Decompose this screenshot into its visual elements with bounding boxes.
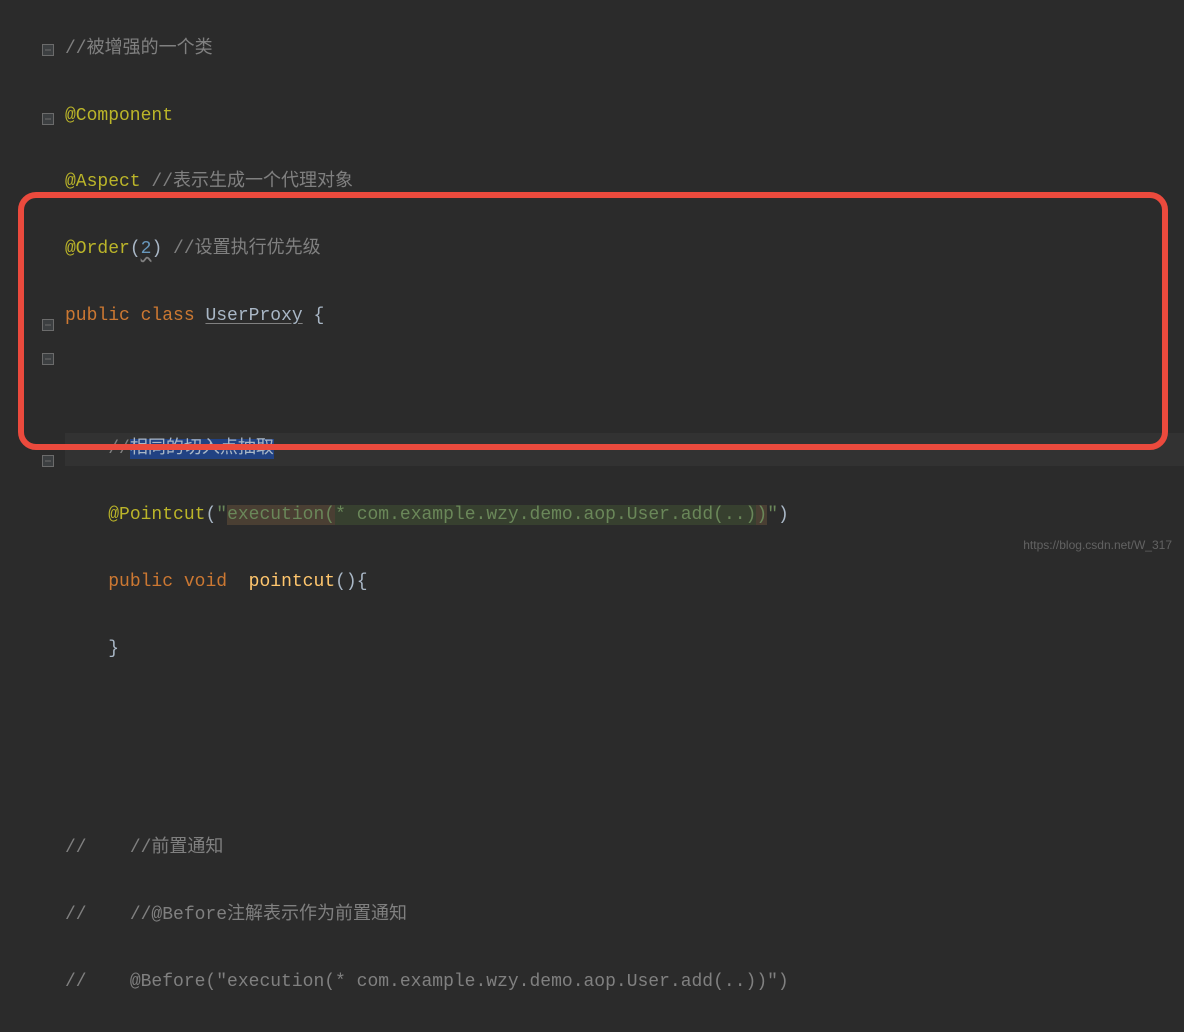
annotation: @Aspect <box>65 172 141 192</box>
comment-slashes: // <box>65 905 87 925</box>
code-line: // //前置通知 <box>65 832 1184 865</box>
code-line: } <box>65 633 1184 666</box>
comment-slashes: // <box>65 972 87 992</box>
code-line <box>65 366 1184 399</box>
code-line <box>65 699 1184 732</box>
comment-text: //@Before注解表示作为前置通知 <box>87 905 407 925</box>
paren: ) <box>778 505 789 525</box>
keyword: public <box>65 306 130 326</box>
comment-text: //前置通知 <box>87 838 224 858</box>
code-line: @Pointcut("execution(* com.example.wzy.d… <box>65 499 1184 532</box>
method-name: pointcut <box>249 572 335 592</box>
string-quote: " <box>767 505 778 525</box>
string-close: ) <box>756 505 767 525</box>
brace: } <box>108 639 119 659</box>
fold-icon[interactable] <box>42 353 54 365</box>
number-literal: 2 <box>141 239 152 259</box>
selected-text: 相同的切入点抽取 <box>130 439 274 459</box>
comment-text: //表示生成一个代理对象 <box>141 172 353 192</box>
keyword: void <box>184 572 227 592</box>
comment-text: //设置执行优先级 <box>162 239 320 259</box>
code-line: public class UserProxy { <box>65 300 1184 333</box>
fold-icon[interactable] <box>42 44 54 56</box>
editor-gutter <box>0 0 60 564</box>
code-line: public void pointcut(){ <box>65 566 1184 599</box>
annotation: @Component <box>65 106 173 126</box>
watermark: https://blog.csdn.net/W_317 <box>1023 534 1172 556</box>
string-quote: " <box>216 505 227 525</box>
paren: ( <box>205 505 216 525</box>
fold-icon[interactable] <box>42 319 54 331</box>
paren: ( <box>130 239 141 259</box>
code-line: //被增强的一个类 <box>65 33 1184 66</box>
brace: { <box>303 306 325 326</box>
comment-text: @Before("execution(* com.example.wzy.dem… <box>87 972 789 992</box>
code-line: // //@Before注解表示作为前置通知 <box>65 899 1184 932</box>
fold-icon[interactable] <box>42 455 54 467</box>
code-line: @Order(2) //设置执行优先级 <box>65 233 1184 266</box>
class-name: UserProxy <box>205 306 302 326</box>
annotation: @Order <box>65 239 130 259</box>
string-exec: execution( <box>227 505 335 525</box>
paren: (){ <box>335 572 367 592</box>
keyword: class <box>141 306 195 326</box>
code-editor[interactable]: //被增强的一个类 @Component @Aspect //表示生成一个代理对… <box>65 0 1184 564</box>
code-line <box>65 766 1184 799</box>
keyword: public <box>108 572 173 592</box>
comment-slashes: // <box>65 838 87 858</box>
paren: ) <box>151 239 162 259</box>
code-line: @Component <box>65 100 1184 133</box>
comment-prefix: // <box>108 439 130 459</box>
code-line: // @Before("execution(* com.example.wzy.… <box>65 966 1184 999</box>
annotation: @Pointcut <box>108 505 205 525</box>
fold-icon[interactable] <box>42 113 54 125</box>
comment-text: //被增强的一个类 <box>65 39 213 59</box>
code-line-caret: //相同的切入点抽取 <box>65 433 1184 466</box>
code-line: @Aspect //表示生成一个代理对象 <box>65 166 1184 199</box>
string-body: * com.example.wzy.demo.aop.User.add(..) <box>335 505 756 525</box>
